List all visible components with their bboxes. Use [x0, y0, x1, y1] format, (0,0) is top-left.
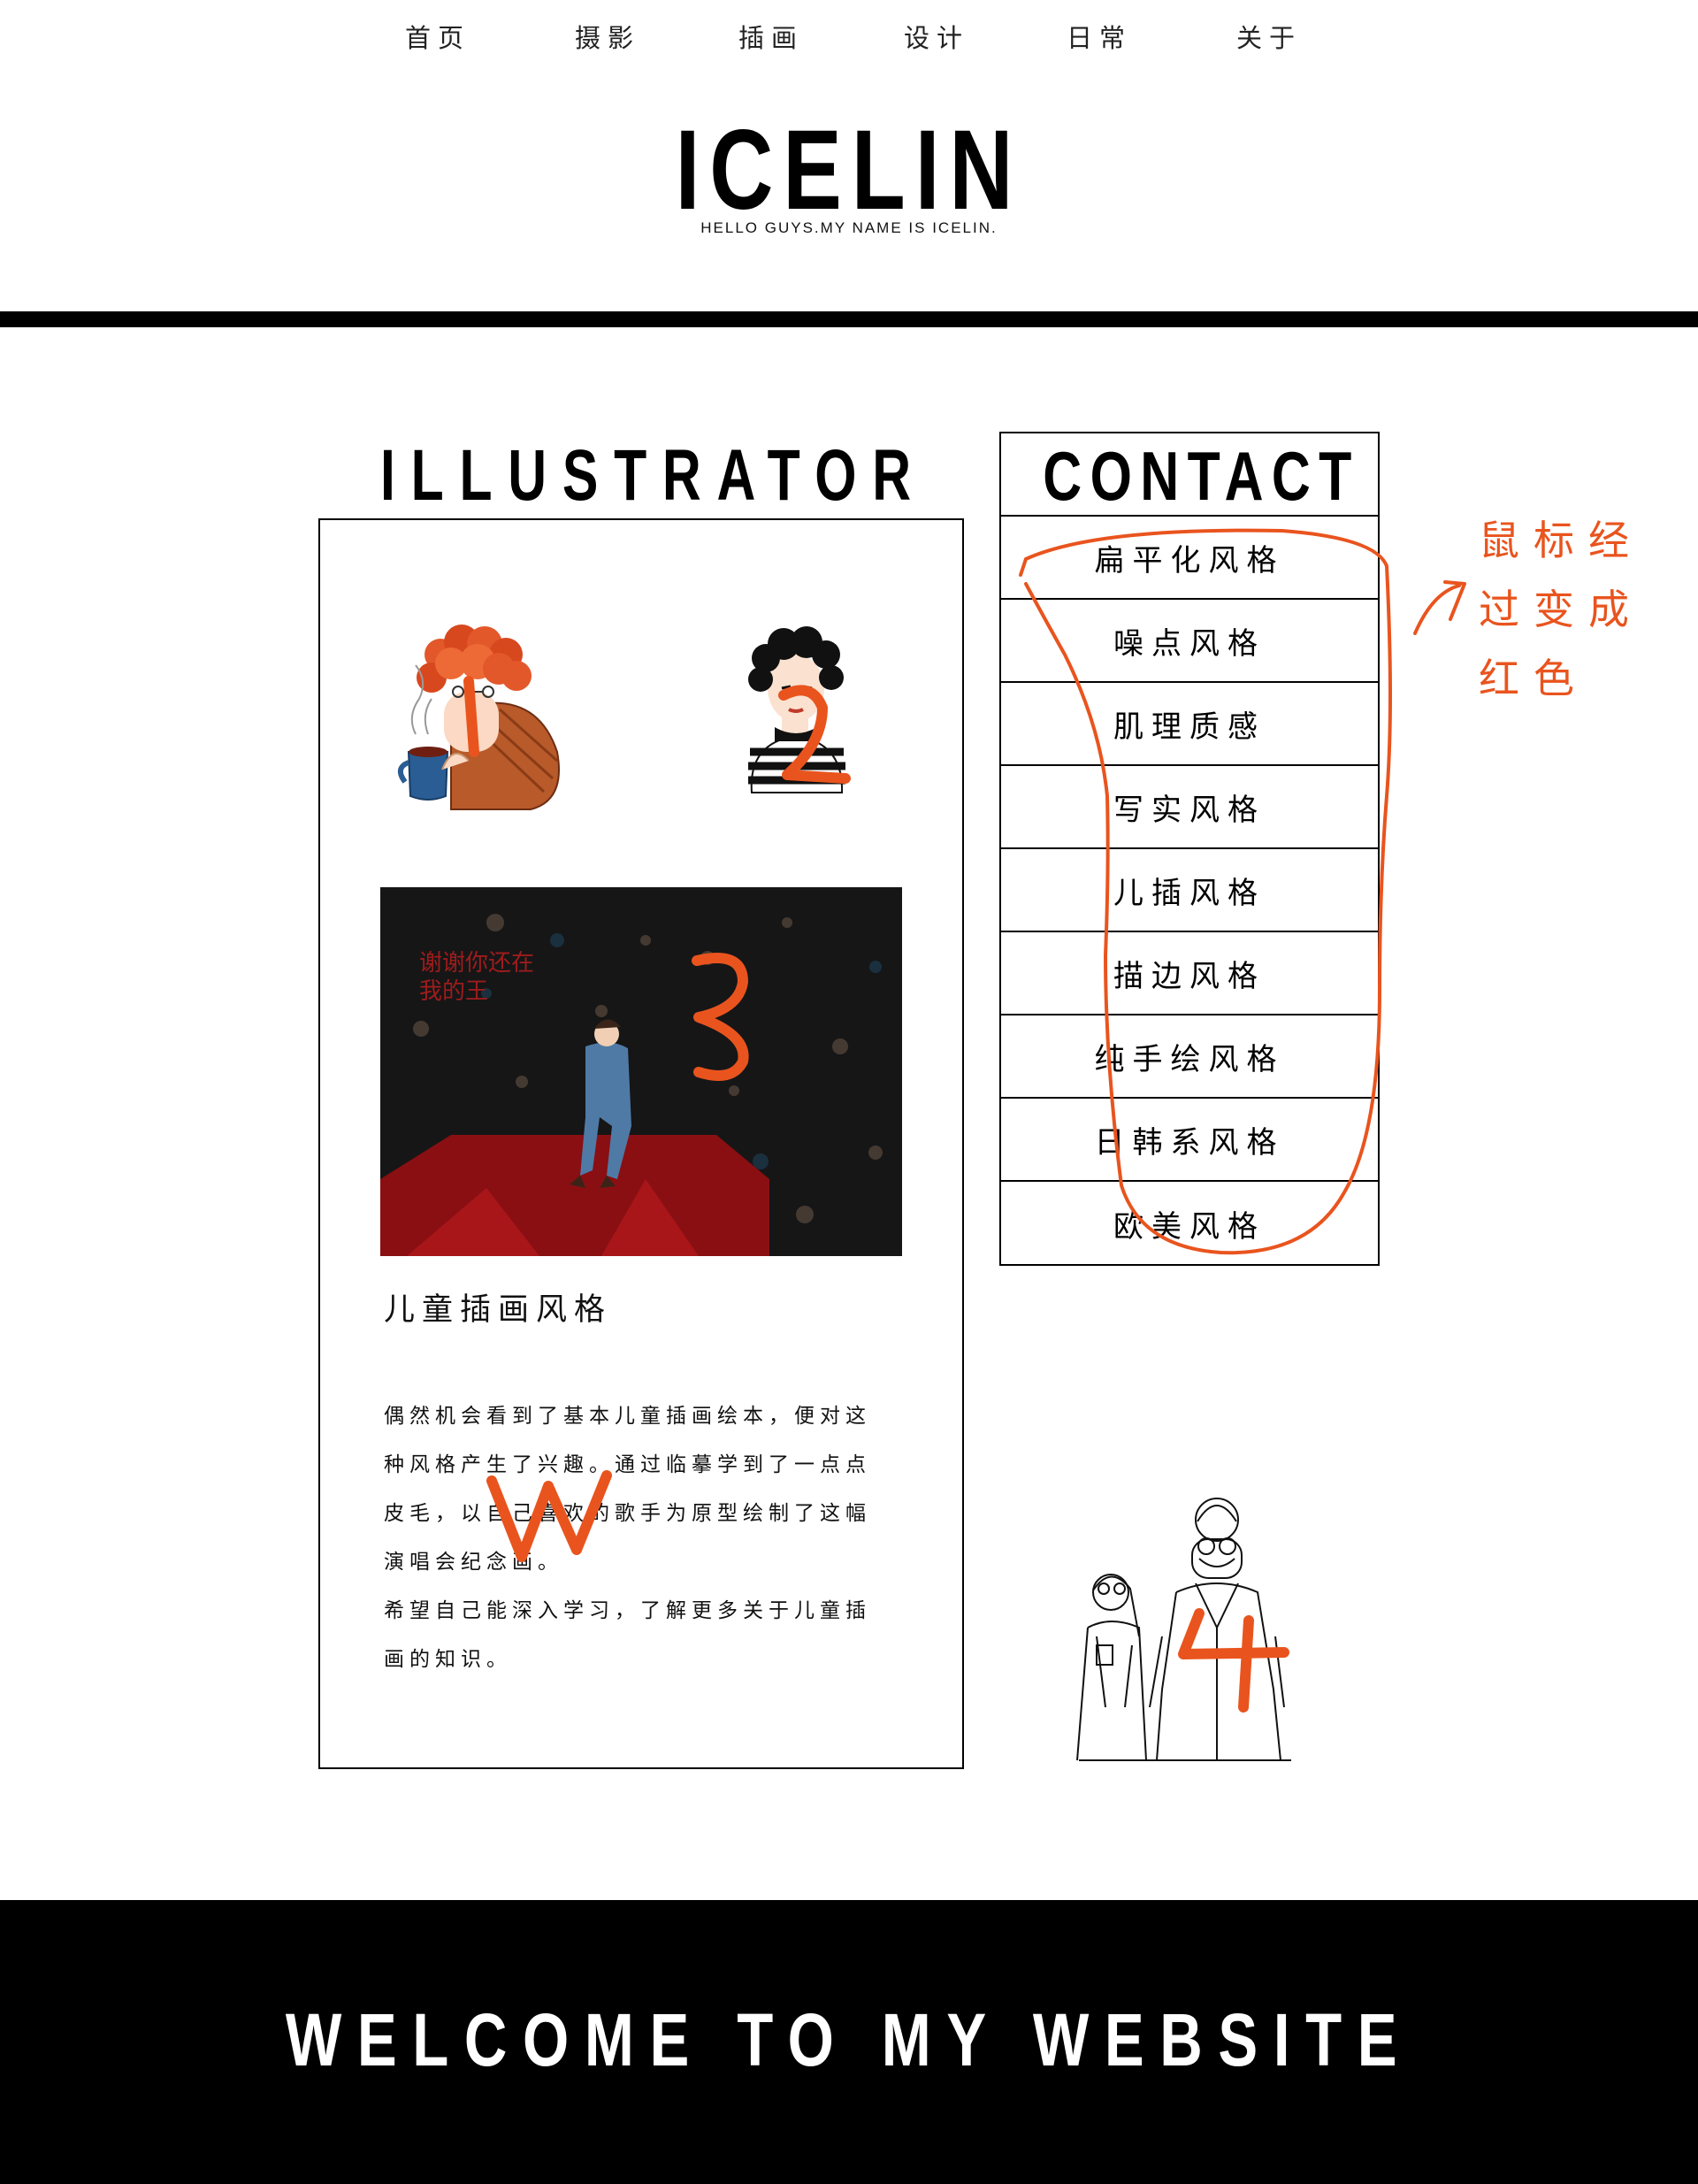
artwork-description: 偶然机会看到了基本儿童插画绘本，便对这种风格产生了兴趣。通过临摹学到了一点点皮毛… — [384, 1392, 879, 1684]
illustrator-heading: ILLUSTRATOR — [380, 435, 927, 516]
annotation-line: 红色 — [1479, 655, 1588, 702]
artwork-line-2: 我的王 — [419, 978, 488, 1005]
contact-heading: CONTACT — [1001, 433, 1378, 517]
footer-welcome-text: WELCOME TO MY WEBSITE — [285, 1998, 1413, 2081]
contact-item-jk-style[interactable]: 日韩系风格 — [1001, 1099, 1378, 1182]
artwork-caption: 儿童插画风格 — [384, 1292, 613, 1328]
contact-item-realistic-style[interactable]: 写实风格 — [1001, 766, 1378, 849]
header-divider-bar — [0, 311, 1698, 327]
contact-item-outline-style[interactable]: 描边风格 — [1001, 932, 1378, 1015]
illustration-thumb-striped-woman[interactable] — [739, 619, 854, 805]
contact-item-handdrawn-style[interactable]: 纯手绘风格 — [1001, 1015, 1378, 1099]
description-paragraph: 偶然机会看到了基本儿童插画绘本，便对这种风格产生了兴趣。通过临摹学到了一点点皮毛… — [384, 1405, 871, 1574]
nav-item-illustration[interactable]: 插画 — [738, 18, 804, 55]
site-logo[interactable]: ICELIN — [187, 113, 1511, 228]
nav-item-daily[interactable]: 日常 — [1067, 18, 1132, 55]
site-tagline: HELLO GUYS.MY NAME IS ICELIN. — [700, 219, 998, 236]
hover-annotation-note: 鼠标经 过变成 红色 — [1479, 506, 1656, 713]
annotation-line: 鼠标经 — [1479, 517, 1643, 564]
illustration-lineart-couple[interactable] — [1044, 1495, 1327, 1769]
illustration-thumb-curly-hair[interactable] — [389, 610, 575, 814]
nav-item-home[interactable]: 首页 — [405, 18, 470, 55]
footer-banner: WELCOME TO MY WEBSITE — [0, 1900, 1698, 2184]
nav-item-design[interactable]: 设计 — [904, 18, 969, 55]
contact-item-noise-style[interactable]: 噪点风格 — [1001, 600, 1378, 683]
contact-heading-text: CONTACT — [1043, 437, 1360, 515]
nav-item-about[interactable]: 关于 — [1236, 18, 1302, 55]
illustration-concert-artwork[interactable]: 谢谢你还在 我的王 — [380, 887, 902, 1256]
contact-item-texture-style[interactable]: 肌理质感 — [1001, 683, 1378, 766]
description-paragraph: 希望自己能深入学习，了解更多关于儿童插画的知识。 — [384, 1599, 871, 1671]
annotation-line: 过变成 — [1479, 586, 1643, 633]
contact-menu: CONTACT 扁平化风格 噪点风格 肌理质感 写实风格 儿插风格 描边风格 纯… — [999, 432, 1380, 1266]
artwork-line-1: 谢谢你还在 — [419, 950, 534, 977]
top-nav: 首页 摄影 插画 设计 日常 关于 — [0, 18, 1698, 57]
contact-item-flat-style[interactable]: 扁平化风格 — [1001, 517, 1378, 600]
nav-item-photography[interactable]: 摄影 — [575, 18, 640, 55]
contact-item-western-style[interactable]: 欧美风格 — [1001, 1182, 1378, 1265]
contact-item-children-style[interactable]: 儿插风格 — [1001, 849, 1378, 932]
